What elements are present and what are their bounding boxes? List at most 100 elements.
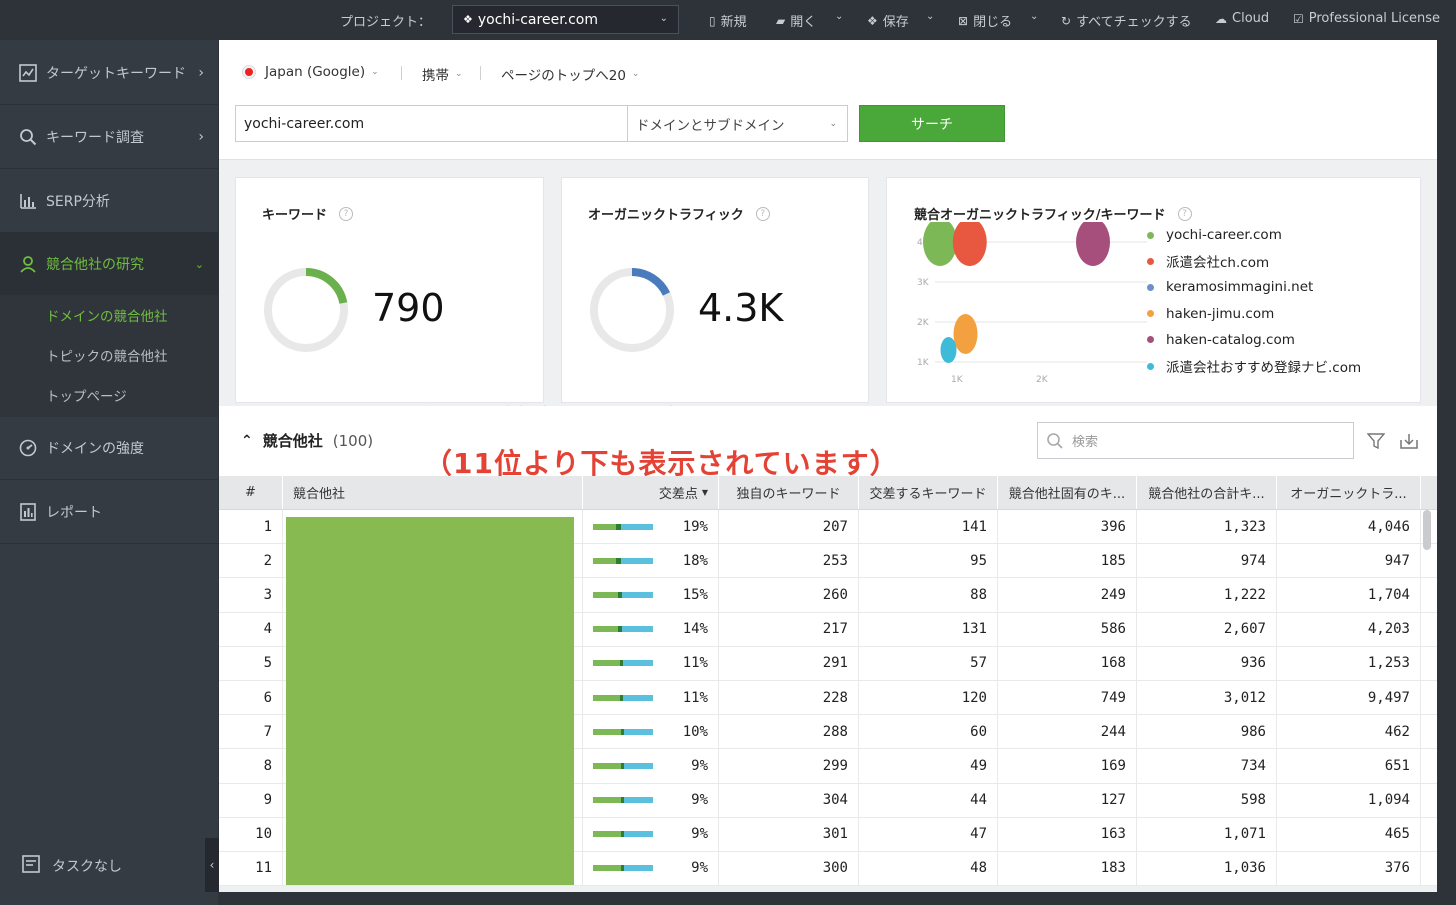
intersection-percent: 9% xyxy=(691,860,708,877)
row-competitor-total: 598 xyxy=(1137,783,1277,817)
col-header-organic-traffic[interactable]: オーガニックトラ... xyxy=(1277,476,1421,509)
scope-select[interactable]: ドメインとサブドメイン ⌄ xyxy=(628,105,848,142)
scatter-point[interactable] xyxy=(953,314,978,354)
domain-input[interactable]: yochi-career.com xyxy=(235,105,628,142)
legend-item[interactable]: yochi-career.com xyxy=(1147,222,1361,248)
intersection-percent: 11% xyxy=(682,655,708,672)
sidebar-item-target-keywords[interactable]: ターゲットキーワード › xyxy=(0,42,218,105)
overlap-bar-competitor xyxy=(624,762,653,769)
legend-label: yochi-career.com xyxy=(1166,227,1282,244)
save-dropdown-chevron-icon[interactable]: ⌄ xyxy=(926,11,934,22)
legend-item[interactable]: 派遣会社おすすめ登録ナビ.com xyxy=(1147,353,1361,379)
open-dropdown-chevron-icon[interactable]: ⌄ xyxy=(835,11,843,22)
row-unique-keywords: 207 xyxy=(719,510,859,544)
sidebar-item-domain-strength[interactable]: ドメインの強度 xyxy=(0,417,218,480)
row-organic-traffic: 947 xyxy=(1277,544,1421,578)
new-button[interactable]: ▯ 新規 xyxy=(709,11,747,31)
collapse-chevron-icon[interactable]: ⌃ xyxy=(241,433,253,449)
col-header-unique-keywords[interactable]: 独自のキーワード xyxy=(719,476,859,509)
overlap-bar-competitor xyxy=(624,831,653,838)
export-icon[interactable] xyxy=(1399,432,1419,454)
row-competitor-unique: 183 xyxy=(998,851,1137,886)
sidebar-collapse-toggle[interactable]: ‹ xyxy=(205,838,219,892)
row-intersecting-keywords: 120 xyxy=(859,680,998,715)
row-unique-keywords: 253 xyxy=(719,544,859,578)
col-header-competitor-total[interactable]: 競合他社の合計キ... xyxy=(1137,476,1277,509)
sidebar-subitem-domain-competitors[interactable]: ドメインの競合他社 xyxy=(46,305,168,325)
sidebar-subitem-top-pages[interactable]: トップページ xyxy=(46,385,127,405)
sidebar-item-keyword-research[interactable]: キーワード調査 › xyxy=(0,106,218,169)
row-competitor-unique: 127 xyxy=(998,783,1137,817)
row-competitor-unique: 185 xyxy=(998,544,1137,578)
open-button[interactable]: ▰ 開く xyxy=(776,11,817,31)
scatter-point[interactable] xyxy=(1076,222,1110,266)
save-label: 保存 xyxy=(882,15,909,30)
open-label: 開く xyxy=(790,15,817,30)
col-header-competitor[interactable]: 競合他社 xyxy=(283,476,583,509)
row-rank: 7 xyxy=(219,715,283,749)
sidebar-item-label: ターゲットキーワード xyxy=(46,66,186,82)
overlap-bar-own xyxy=(593,523,616,530)
intersection-percent: 10% xyxy=(682,723,708,740)
row-competitor-unique: 244 xyxy=(998,715,1137,749)
device-dropdown[interactable]: 携帯 ⌄ xyxy=(422,64,463,84)
chevron-down-icon: ⌄ xyxy=(194,257,204,271)
sort-desc-icon: ▼ xyxy=(701,488,708,497)
search-button[interactable]: サーチ xyxy=(859,105,1005,142)
legend-item[interactable]: haken-catalog.com xyxy=(1147,327,1361,353)
help-icon[interactable]: ? xyxy=(339,206,354,221)
legend-item[interactable]: haken-jimu.com xyxy=(1147,301,1361,327)
filter-icon[interactable] xyxy=(1366,432,1386,454)
overlap-bar-own xyxy=(593,626,618,633)
row-organic-traffic: 465 xyxy=(1277,817,1421,851)
help-icon[interactable]: ? xyxy=(755,206,770,221)
license-button[interactable]: ☑ Professional License xyxy=(1293,11,1440,26)
sidebar-item-reports[interactable]: レポート xyxy=(0,481,218,544)
overlap-bar-own xyxy=(593,797,621,804)
row-intersecting-keywords: 47 xyxy=(859,817,998,851)
overlap-bar xyxy=(593,865,653,872)
help-icon[interactable]: ? xyxy=(1177,206,1192,221)
intersection-percent: 18% xyxy=(682,552,708,569)
table-search-input[interactable]: 検索 xyxy=(1037,422,1354,459)
legend-label: 派遣会社ch.com xyxy=(1166,255,1270,272)
card-title: キーワード ? xyxy=(262,204,354,223)
scatter-point[interactable] xyxy=(952,222,987,266)
row-intersection: 9% xyxy=(583,749,719,783)
rank-dropdown[interactable]: ページのトップへ20 ⌄ xyxy=(501,64,639,84)
cloud-button[interactable]: ☁ Cloud xyxy=(1215,11,1269,26)
legend-item[interactable]: 派遣会社ch.com xyxy=(1147,248,1361,274)
sidebar-item-serp-analysis[interactable]: SERP分析 xyxy=(0,170,218,233)
col-header-competitor-unique[interactable]: 競合他社固有のキ... xyxy=(998,476,1137,509)
scatter-point[interactable] xyxy=(923,222,957,266)
close-button[interactable]: ⊠ 閉じる xyxy=(958,11,1012,31)
overlap-bar-own xyxy=(593,728,621,735)
row-organic-traffic: 4,046 xyxy=(1277,510,1421,544)
sidebar-subitem-topic-competitors[interactable]: トピックの競合他社 xyxy=(46,345,168,365)
row-unique-keywords: 301 xyxy=(719,817,859,851)
row-competitor-unique: 396 xyxy=(998,510,1137,544)
project-select[interactable]: ❖ yochi-career.com ⌄ xyxy=(452,5,679,34)
filter-bar: Japan (Google) ⌄ 携帯 ⌄ ページのトップへ20 ⌄ yochi… xyxy=(219,40,1437,160)
sidebar-item-competitor-research[interactable]: 競合他社の研究 ⌄ xyxy=(0,233,218,296)
col-header-intersecting-keywords[interactable]: 交差するキーワード xyxy=(859,476,998,509)
table-header-row: # 競合他社 交差点 ▼ 独自のキーワード 交差するキーワード 競合他社固有のキ… xyxy=(219,476,1437,510)
col-header-rank[interactable]: # xyxy=(219,476,283,509)
redacted-competitor-names xyxy=(286,517,574,885)
tasks-status[interactable]: タスクなし xyxy=(22,855,122,877)
check-all-button[interactable]: ↻ すべてチェックする xyxy=(1061,11,1192,31)
search-icon xyxy=(18,127,38,147)
legend-item[interactable]: keramosimmagini.net xyxy=(1147,274,1361,300)
scope-label: ドメインとサブドメイン xyxy=(636,117,785,134)
folder-icon: ▰ xyxy=(776,13,786,28)
col-header-intersection[interactable]: 交差点 ▼ xyxy=(583,476,719,509)
save-button[interactable]: ❖ 保存 xyxy=(867,11,909,31)
checkbox-icon: ☑ xyxy=(1293,11,1304,26)
table-scrollbar[interactable] xyxy=(1423,510,1431,550)
close-dropdown-chevron-icon[interactable]: ⌄ xyxy=(1030,11,1038,22)
row-competitor-total: 1,036 xyxy=(1137,851,1277,886)
legend-label: 派遣会社おすすめ登録ナビ.com xyxy=(1166,360,1362,377)
keywords-card: キーワード ? 790 xyxy=(235,177,544,403)
region-dropdown[interactable]: Japan (Google) ⌄ xyxy=(243,64,379,80)
scatter-point[interactable] xyxy=(940,337,957,363)
